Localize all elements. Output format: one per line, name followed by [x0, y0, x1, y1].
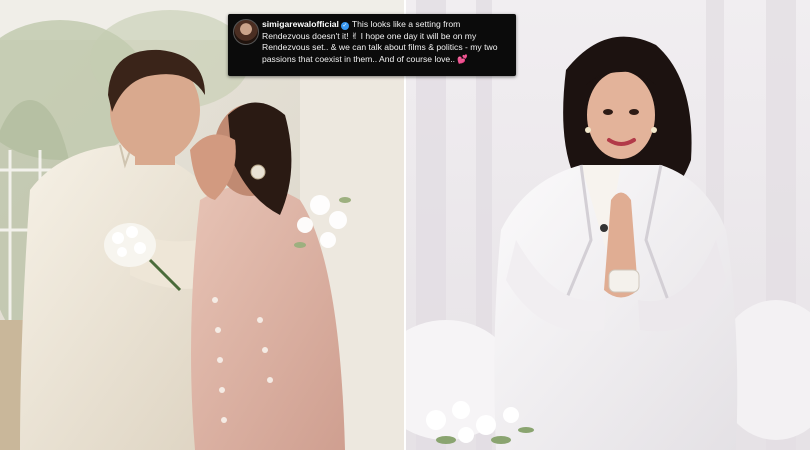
- verified-badge-icon: ✓: [340, 22, 349, 30]
- username: simigarewalofficial: [262, 19, 339, 29]
- avatar: [233, 19, 259, 45]
- instagram-comment-overlay: simigarewalofficial ✓ This looks like a se…: [228, 14, 516, 76]
- comment-text: simigarewalofficial ✓ This looks like a se…: [262, 19, 510, 65]
